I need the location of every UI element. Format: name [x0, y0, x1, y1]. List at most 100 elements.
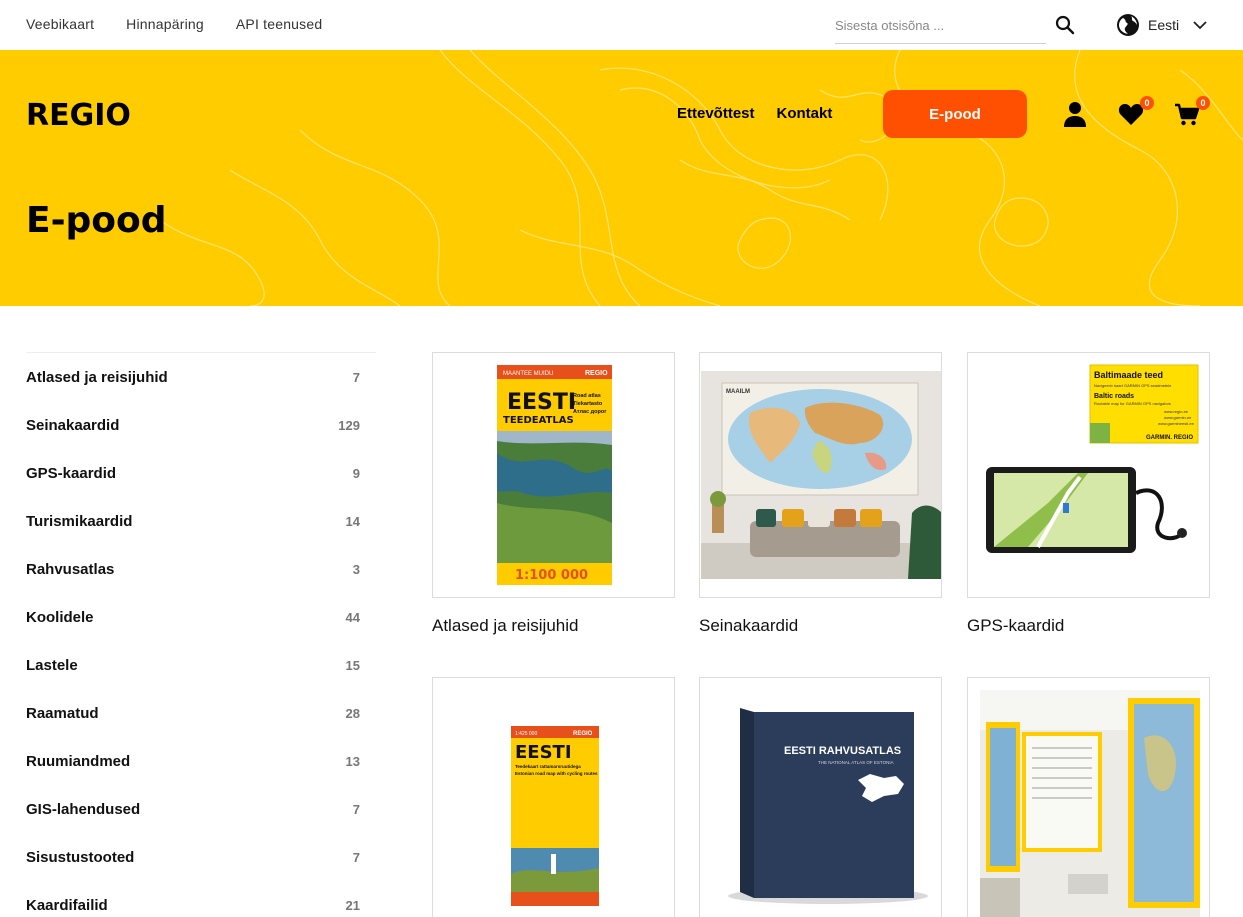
link-hinnaparing[interactable]: Hinnapäring	[126, 16, 204, 32]
nav-kontakt[interactable]: Kontakt	[777, 105, 833, 122]
product-image: MAAILM	[699, 352, 942, 598]
product-image: MAANTEE MUIDU REGIO EESTI TEEDEATLAS Roa…	[432, 352, 675, 598]
category-count: 7	[352, 369, 360, 385]
category-name: Koolidele	[26, 608, 94, 626]
page-title: E-pood	[26, 200, 167, 241]
category-count: 15	[345, 657, 360, 673]
category-count: 44	[345, 609, 360, 625]
product-caption[interactable]: Seinakaardid	[699, 616, 942, 636]
category-item[interactable]: GPS-kaardid 9	[26, 449, 376, 497]
cover-bullet: Tiekartasto	[573, 401, 603, 407]
gps-subtitle: Baltic roads	[1094, 393, 1134, 400]
cover-bullet: Атлас дорог	[573, 409, 607, 415]
link-api-teenused[interactable]: API teenused	[236, 16, 322, 32]
category-name: Atlased ja reisijuhid	[26, 368, 168, 386]
utility-links: Veebikaart Hinnapäring API teenused	[26, 16, 322, 32]
cover-bullet: Estonian road map with cycling routes	[515, 771, 598, 776]
category-count: 21	[345, 897, 360, 913]
search-button[interactable]	[1054, 14, 1076, 36]
gps-line1: Navigeeriv kaart GARMIN GPS seadmetele	[1094, 383, 1172, 388]
category-item[interactable]: Sisustustooted 7	[26, 833, 376, 881]
product-card-rahvusatlas[interactable]: EESTI RAHVUSATLAS THE NATIONAL ATLAS OF …	[699, 677, 942, 917]
product-card-seinakaardid[interactable]: MAAILM Seinakaardid	[699, 352, 942, 636]
nav-ettevottest[interactable]: Ettevõttest	[677, 105, 755, 122]
category-name: Lastele	[26, 656, 78, 674]
contour-pattern	[159, 50, 1243, 306]
cover-subtitle: TEEDEATLAS	[503, 415, 574, 426]
cover-brand: REGIO	[573, 731, 593, 737]
category-name: Turismikaardid	[26, 512, 133, 530]
cover-brand: REGIO	[585, 370, 608, 377]
category-item[interactable]: Lastele 15	[26, 641, 376, 689]
product-image	[967, 677, 1210, 917]
gps-map-image: Baltimaade teed Navigeeriv kaart GARMIN …	[986, 364, 1199, 553]
product-image: 1:425 000 REGIO EESTI Teedekaart rattama…	[432, 677, 675, 917]
cover-topline: MAANTEE MUIDU	[503, 371, 553, 377]
link-veebikaart[interactable]: Veebikaart	[26, 16, 94, 32]
utility-bar: Veebikaart Hinnapäring API teenused Eest…	[0, 0, 1243, 50]
logo[interactable]: REGIO	[26, 98, 131, 133]
category-item[interactable]: Seinakaardid 129	[26, 401, 376, 449]
wishlist-button[interactable]: 0	[1118, 96, 1154, 130]
category-name: Ruumiandmed	[26, 752, 131, 770]
chevron-down-icon	[1193, 21, 1207, 30]
gps-brands: GARMIN. REGIO	[1146, 435, 1193, 441]
cart-button[interactable]: 0	[1174, 96, 1210, 130]
rahvusatlas-book-image: EESTI RAHVUSATLAS THE NATIONAL ATLAS OF …	[728, 708, 928, 904]
category-name: GPS-kaardid	[26, 464, 117, 482]
product-card-atlased[interactable]: MAANTEE MUIDU REGIO EESTI TEEDEATLAS Roa…	[432, 352, 675, 636]
product-caption[interactable]: GPS-kaardid	[967, 616, 1210, 636]
user-icon	[1064, 102, 1086, 127]
book-subtitle: THE NATIONAL ATLAS OF ESTONIA	[818, 760, 894, 765]
search-input[interactable]	[835, 14, 1035, 36]
product-image: EESTI RAHVUSATLAS THE NATIONAL ATLAS OF …	[699, 677, 942, 917]
category-name: Rahvusatlas	[26, 560, 115, 578]
search-icon	[1055, 15, 1075, 35]
product-card-teedekaart[interactable]: 1:425 000 REGIO EESTI Teedekaart rattama…	[432, 677, 675, 917]
gps-url: www.garmin.ee	[1164, 415, 1192, 420]
map-title: MAAILM	[726, 389, 750, 395]
category-item[interactable]: Rahvusatlas 3	[26, 545, 376, 593]
category-name: Sisustustooted	[26, 848, 135, 866]
category-name: Raamatud	[26, 704, 99, 722]
category-item[interactable]: Raamatud 28	[26, 689, 376, 737]
product-caption[interactable]: Atlased ja reisijuhid	[432, 616, 675, 636]
language-label: Eesti	[1148, 17, 1180, 33]
cover-scale: 1:425 000	[515, 731, 537, 737]
category-name: GIS-lahendused	[26, 800, 141, 818]
wall-map-room-image: MAAILM	[701, 371, 941, 579]
category-item[interactable]: Ruumiandmed 13	[26, 737, 376, 785]
category-count: 14	[345, 513, 360, 529]
account-button[interactable]	[1062, 100, 1090, 128]
language-selector[interactable]: Eesti	[1116, 12, 1207, 38]
product-image: Baltimaade teed Navigeeriv kaart GARMIN …	[967, 352, 1210, 598]
category-item[interactable]: GIS-lahendused 7	[26, 785, 376, 833]
category-name: Seinakaardid	[26, 416, 120, 434]
category-item[interactable]: Kaardifailid 21	[26, 881, 376, 917]
product-card-sisustus[interactable]	[967, 677, 1210, 917]
cover-bullet: Road atlas	[573, 393, 601, 399]
teedekaart-cover-image: 1:425 000 REGIO EESTI Teedekaart rattama…	[511, 726, 599, 906]
category-name: Kaardifailid	[26, 896, 108, 914]
gps-line2: Routable map for GARMIN GPS navigators	[1094, 401, 1171, 406]
e-pood-button[interactable]: E-pood	[883, 90, 1027, 138]
category-item[interactable]: Koolidele 44	[26, 593, 376, 641]
category-sidebar: Atlased ja reisijuhid 7 Seinakaardid 129 GPS…	[26, 352, 376, 917]
classroom-maps-image	[980, 690, 1200, 917]
cover-scale: 1:100 000	[515, 568, 588, 583]
gps-title: Baltimaade teed	[1094, 370, 1163, 380]
gps-url: www.garmineesti.ee	[1158, 421, 1195, 426]
category-count: 3	[352, 561, 360, 577]
category-item[interactable]: Atlased ja reisijuhid 7	[26, 353, 376, 401]
category-count: 7	[352, 801, 360, 817]
category-item[interactable]: Turismikaardid 14	[26, 497, 376, 545]
hero-header: REGIO Ettevõttest Kontakt E-pood 0 0 E-p…	[0, 50, 1243, 306]
wishlist-count-badge: 0	[1140, 96, 1154, 110]
cover-title: EESTI	[515, 742, 572, 763]
category-count: 7	[352, 849, 360, 865]
search-box	[835, 8, 1046, 44]
book-title: EESTI RAHVUSATLAS	[784, 745, 901, 757]
product-card-gps[interactable]: Baltimaade teed Navigeeriv kaart GARMIN …	[967, 352, 1210, 636]
category-count: 129	[338, 417, 360, 433]
teedeatlas-cover-image: MAANTEE MUIDU REGIO EESTI TEEDEATLAS Roa…	[497, 365, 612, 585]
